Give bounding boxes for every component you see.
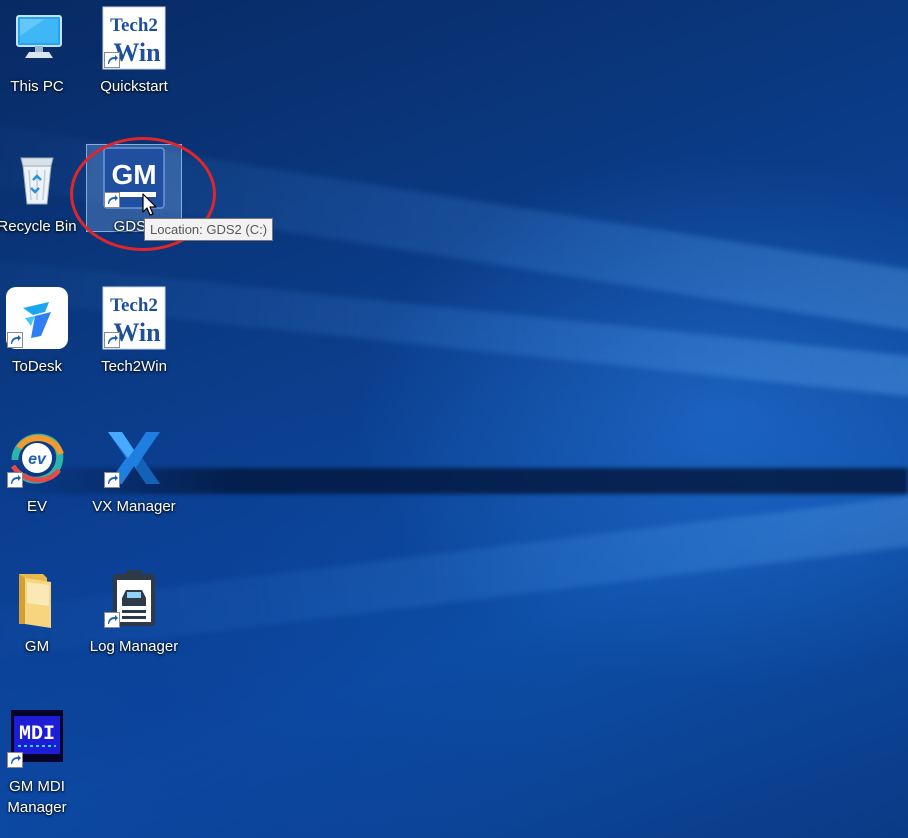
tech2win-icon: Tech2 Win bbox=[102, 286, 166, 350]
desktop-icon-todesk[interactable]: ToDesk bbox=[0, 286, 85, 377]
desktop-icon-vx-manager[interactable]: VX Manager bbox=[86, 426, 182, 517]
todesk-icon bbox=[5, 286, 69, 350]
desktop-icon-this-pc[interactable]: This PC bbox=[0, 6, 85, 97]
shortcut-arrow-icon bbox=[7, 472, 23, 488]
tech2win-logo-line1: Tech2 bbox=[110, 295, 158, 316]
location-tooltip: Location: GDS2 (C:) bbox=[144, 218, 274, 241]
icon-label: ToDesk bbox=[11, 358, 63, 375]
icon-label: Log Manager bbox=[89, 638, 179, 655]
shortcut-arrow-icon bbox=[104, 52, 120, 68]
shortcut-arrow-icon bbox=[104, 332, 120, 348]
shortcut-arrow-icon bbox=[7, 332, 23, 348]
icon-label: This PC bbox=[10, 78, 64, 95]
icon-label: VX Manager bbox=[92, 498, 176, 515]
ev-logo-text: ev bbox=[28, 451, 47, 468]
desktop-wallpaper bbox=[0, 0, 908, 838]
desktop-icon-quickstart[interactable]: Tech2 Win Quickstart bbox=[86, 6, 182, 97]
mouse-cursor-icon bbox=[142, 193, 158, 217]
clipboard-car-icon bbox=[102, 566, 166, 630]
mdi-logo-text: MDI bbox=[19, 723, 55, 746]
icon-label: Recycle Bin bbox=[0, 218, 77, 235]
shortcut-arrow-icon bbox=[104, 472, 120, 488]
desktop-icon-ev[interactable]: ev EV bbox=[0, 426, 85, 517]
tech2win-logo-line2: Win bbox=[113, 318, 161, 347]
recycle-bin-icon bbox=[5, 146, 69, 210]
desktop-icon-gm-folder[interactable]: GM bbox=[0, 566, 85, 657]
icon-label: GM bbox=[24, 638, 50, 655]
folder-icon bbox=[5, 566, 69, 630]
icon-label: GM MDI Manager bbox=[7, 778, 67, 816]
ev-icon: ev bbox=[5, 426, 69, 490]
icon-label: Tech2Win bbox=[101, 358, 167, 375]
icon-label: Quickstart bbox=[100, 78, 168, 95]
icon-label: EV bbox=[26, 498, 47, 515]
monitor-icon bbox=[5, 6, 69, 70]
desktop-icon-tech2win[interactable]: Tech2 Win Tech2Win bbox=[86, 286, 182, 377]
shortcut-arrow-icon bbox=[7, 752, 23, 768]
shortcut-arrow-icon bbox=[104, 612, 120, 628]
desktop-icon-log-manager[interactable]: Log Manager bbox=[86, 566, 182, 657]
tech2win-logo-line1: Tech2 bbox=[110, 15, 158, 36]
tech2win-icon: Tech2 Win bbox=[102, 6, 166, 70]
desktop-icon-gm-mdi-manager[interactable]: MDI GM MDI Manager bbox=[0, 706, 85, 818]
vx-icon bbox=[102, 426, 166, 490]
mdi-icon: MDI bbox=[5, 706, 69, 770]
